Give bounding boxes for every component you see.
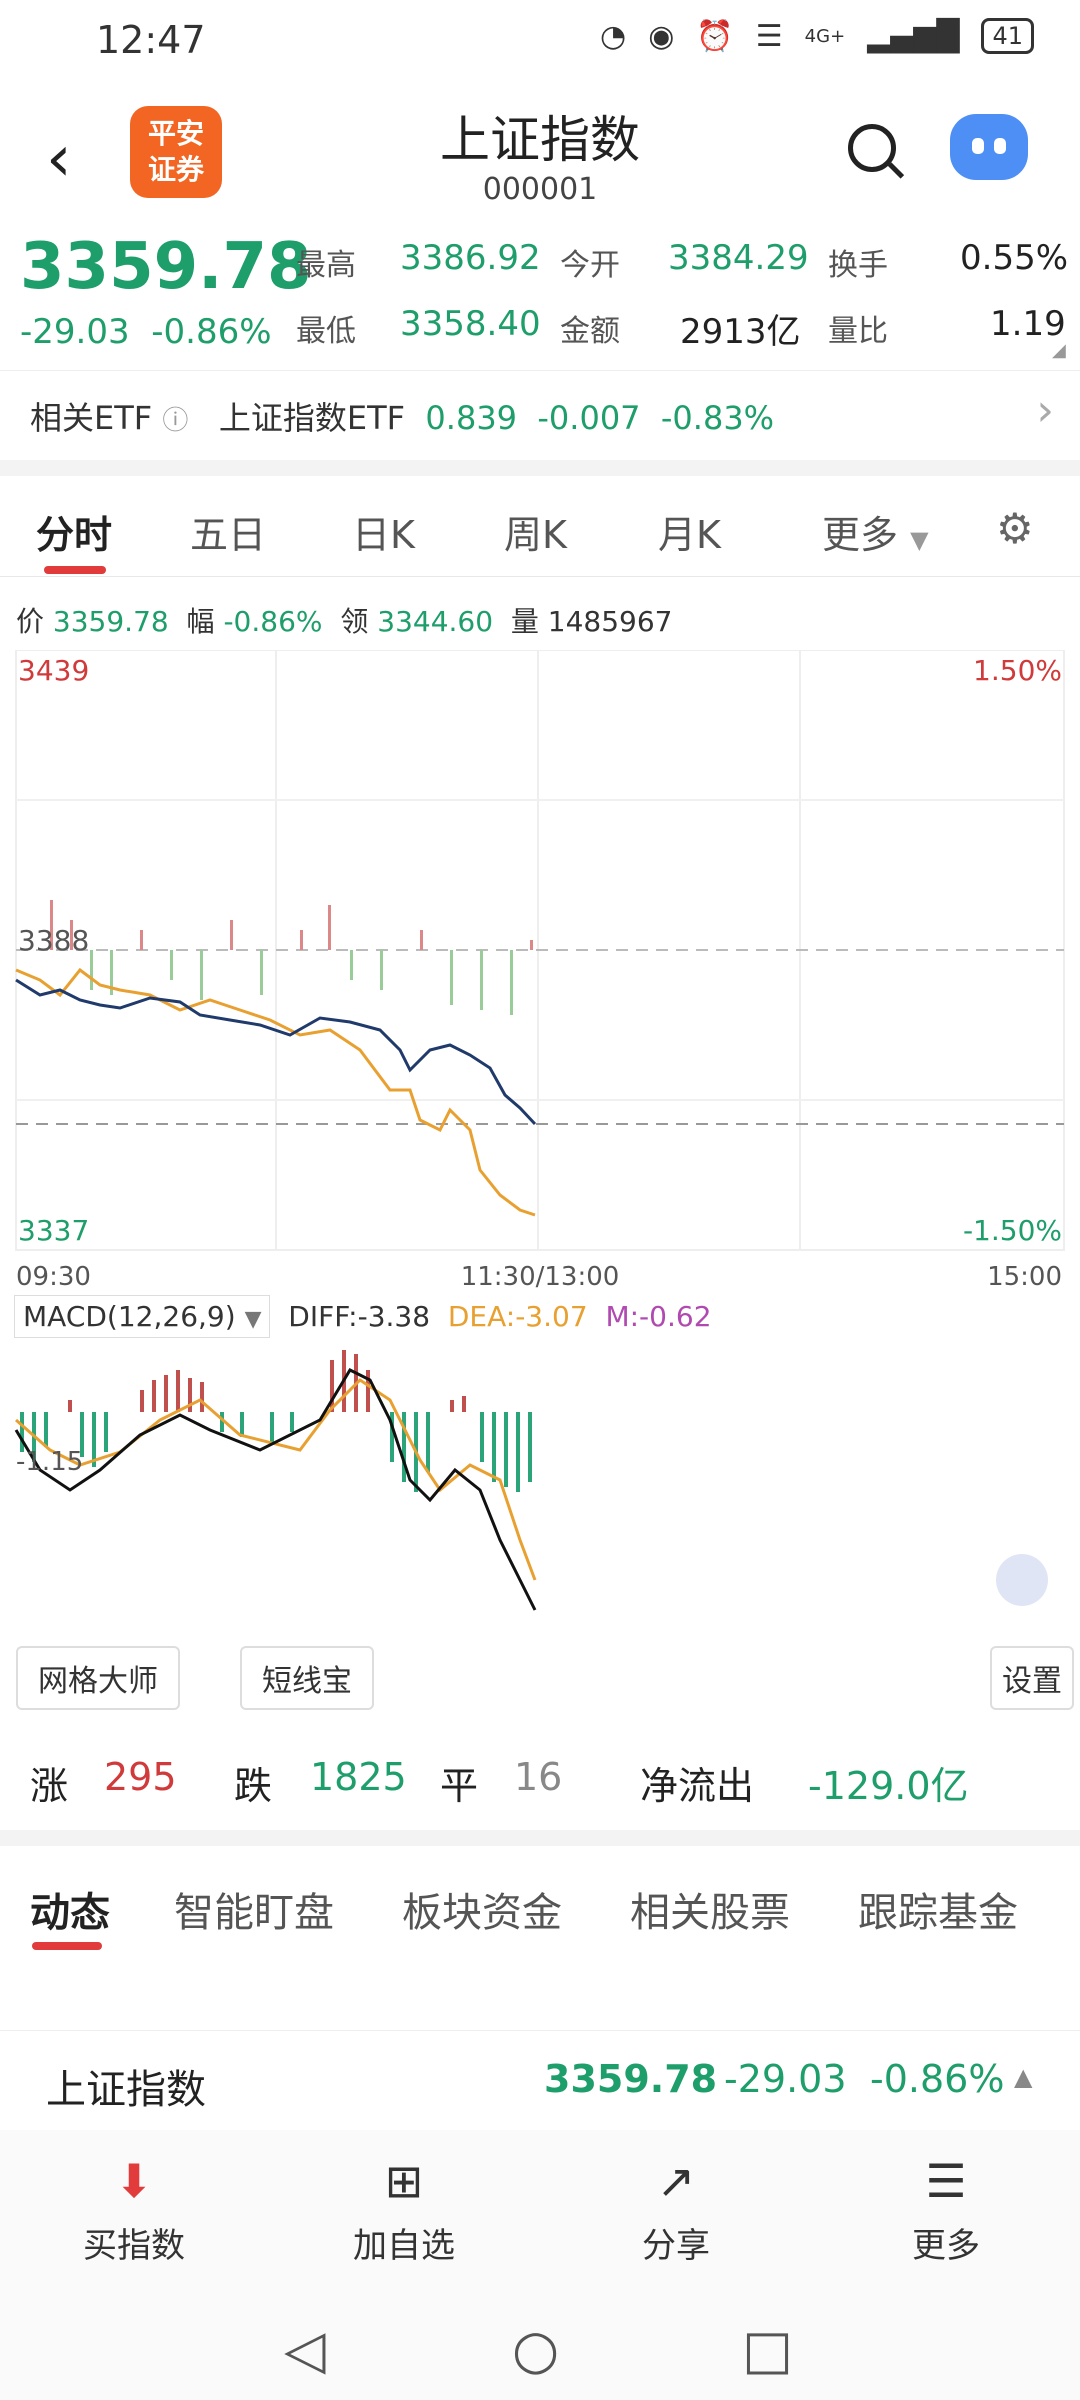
tab-smart-watch[interactable]: 智能盯盘 bbox=[174, 1880, 334, 1938]
tab-weekly-k[interactable]: 周K bbox=[504, 504, 567, 559]
macd-legend: MACD(12,26,9) ▼ DIFF:-3.38 DEA:-3.07 M:-… bbox=[14, 1295, 712, 1344]
amount-value: 2913亿 bbox=[680, 312, 801, 352]
tab-daily-k[interactable]: 日K bbox=[352, 504, 415, 559]
system-nav-bar: ◁ ○ □ bbox=[0, 2290, 1080, 2400]
alarm-icon: ⏰ bbox=[696, 18, 734, 54]
chart-info-line: 价 3359.78 幅 -0.86% 领 3344.60 量 1485967 bbox=[16, 605, 673, 638]
corner-triangle-icon: ◢ bbox=[1052, 340, 1066, 361]
share-icon: ↗ bbox=[656, 2154, 696, 2208]
tab-more[interactable]: 更多 ▼ bbox=[822, 504, 929, 559]
settings-button[interactable]: 设置 bbox=[990, 1646, 1074, 1710]
low-value: 3358.40 bbox=[400, 304, 541, 344]
news-tabs: 动态 智能盯盘 板块资金 相关股票 跟踪基金 bbox=[0, 1850, 1080, 1950]
tab-news[interactable]: 动态 bbox=[30, 1880, 110, 1938]
bottom-price: 3359.78 bbox=[544, 2057, 718, 2101]
flat-count: 16 bbox=[514, 1755, 563, 1799]
price-change: -29.03 -0.86% bbox=[20, 312, 272, 352]
gear-icon[interactable]: ⚙ bbox=[996, 504, 1034, 553]
buy-index-button[interactable]: ⬇ 买指数 bbox=[54, 2154, 214, 2267]
x-end-label: 15:00 bbox=[987, 1262, 1062, 1292]
nav-recents-icon[interactable]: □ bbox=[742, 2318, 793, 2381]
list-icon: ☰ bbox=[925, 2154, 967, 2208]
expand-up-icon[interactable]: ▲ bbox=[1014, 2063, 1032, 2091]
intraday-chart[interactable]: 3439 1.50% 3388 3337 -1.50% 09:30 11:30/… bbox=[0, 650, 1080, 1330]
vol-ratio-value: 1.19 bbox=[990, 304, 1066, 344]
macd-chart[interactable]: -1.15 bbox=[0, 1340, 1080, 1670]
y-bottom-label: 3337 bbox=[18, 1214, 89, 1247]
more-button[interactable]: ☰ 更多 bbox=[866, 2154, 1026, 2267]
share-button[interactable]: ↗ 分享 bbox=[596, 2154, 756, 2267]
search-icon[interactable] bbox=[848, 124, 896, 172]
open-value: 3384.29 bbox=[668, 238, 809, 278]
bottom-quote-bar[interactable]: 上证指数 3359.78 -29.03 -0.86% ▲ bbox=[0, 2030, 1080, 2131]
up-count: 295 bbox=[104, 1755, 177, 1799]
etf-name: 上证指数ETF bbox=[218, 399, 406, 437]
tab-intraday[interactable]: 分时 bbox=[36, 504, 112, 559]
nav-back-icon[interactable]: ◁ bbox=[284, 2318, 326, 2381]
active-tab-indicator bbox=[44, 566, 106, 574]
x-start-label: 09:30 bbox=[16, 1262, 91, 1292]
y-bottom-pct-label: -1.50% bbox=[963, 1214, 1062, 1247]
nav-home-icon[interactable]: ○ bbox=[512, 2318, 559, 2381]
signal-icon: ▂▄▆█ bbox=[867, 18, 960, 54]
macd-axis-label: -1.15 bbox=[16, 1447, 83, 1477]
bottom-index-name: 上证指数 bbox=[46, 2067, 206, 2113]
page-title: 上证指数 bbox=[440, 111, 640, 169]
tab-related-stocks[interactable]: 相关股票 bbox=[630, 1880, 790, 1938]
assistant-robot-icon[interactable] bbox=[950, 114, 1028, 180]
diff-line bbox=[14, 1368, 537, 1611]
tab-five-day[interactable]: 五日 bbox=[190, 504, 266, 559]
net-outflow: -129.0亿 bbox=[808, 1764, 969, 1808]
fullscreen-icon[interactable] bbox=[996, 1554, 1048, 1606]
short-line-button[interactable]: 短线宝 bbox=[240, 1646, 374, 1710]
tab-sector-funds[interactable]: 板块资金 bbox=[402, 1880, 562, 1938]
market-breadth: 涨 295 跌 1825 平 16 净流出 -129.0亿 bbox=[30, 1755, 969, 1808]
y-top-pct-label: 1.50% bbox=[973, 654, 1062, 687]
quote-panel: 3359.78 -29.03 -0.86% 最高 3386.92 今开 3384… bbox=[20, 230, 1069, 361]
macd-selector[interactable]: MACD(12,26,9) ▼ bbox=[14, 1295, 271, 1338]
dea-line bbox=[15, 1378, 537, 1581]
bottom-toolbar: ⬇ 买指数 ⊞ 加自选 ↗ 分享 ☰ 更多 bbox=[0, 2130, 1080, 2290]
info-icon: ⓘ bbox=[162, 406, 189, 436]
intraday-volume-bars bbox=[50, 900, 533, 1015]
status-time: 12:47 bbox=[96, 18, 206, 62]
current-price: 3359.78 bbox=[20, 230, 312, 304]
related-etf-row[interactable]: 相关ETF ⓘ 上证指数ETF 0.839 -0.007 -0.83% › bbox=[0, 370, 1080, 461]
dropdown-triangle-icon: ▼ bbox=[244, 1307, 262, 1332]
plus-box-icon: ⊞ bbox=[384, 2154, 424, 2208]
download-box-icon: ⬇ bbox=[114, 2154, 154, 2208]
chevron-down-icon: ▼ bbox=[910, 526, 929, 554]
down-count: 1825 bbox=[310, 1755, 407, 1799]
index-code: 000001 bbox=[482, 172, 598, 207]
status-bar: 12:47 ◔ ◉ ⏰ ☰ 4G+ ▂▄▆█ 41 bbox=[0, 0, 1080, 78]
network-label: 4G+ bbox=[804, 25, 846, 47]
grid-master-button[interactable]: 网格大师 bbox=[16, 1646, 180, 1710]
x-mid-label: 11:30/13:00 bbox=[461, 1262, 620, 1292]
add-watchlist-button[interactable]: ⊞ 加自选 bbox=[324, 2154, 484, 2267]
chevron-right-icon: › bbox=[1036, 385, 1054, 436]
y-mid-label: 3388 bbox=[18, 924, 89, 957]
battery-icon: 41 bbox=[981, 18, 1034, 54]
chart-tabs: 分时 五日 日K 周K 月K 更多 ▼ ⚙ bbox=[0, 476, 1080, 576]
high-value: 3386.92 bbox=[400, 238, 541, 278]
news-tab-indicator bbox=[32, 1942, 102, 1950]
turnover-value: 0.55% bbox=[960, 238, 1069, 278]
speed-icon: ◔ bbox=[600, 18, 627, 54]
y-top-label: 3439 bbox=[18, 654, 89, 687]
tab-tracking-funds[interactable]: 跟踪基金 bbox=[858, 1880, 1018, 1938]
tab-monthly-k[interactable]: 月K bbox=[658, 504, 721, 559]
eye-icon: ◉ bbox=[648, 18, 675, 54]
header: ‹ 平安 证券 上证指数 000001 bbox=[0, 88, 1080, 218]
wifi-icon: ☰ bbox=[755, 18, 783, 54]
